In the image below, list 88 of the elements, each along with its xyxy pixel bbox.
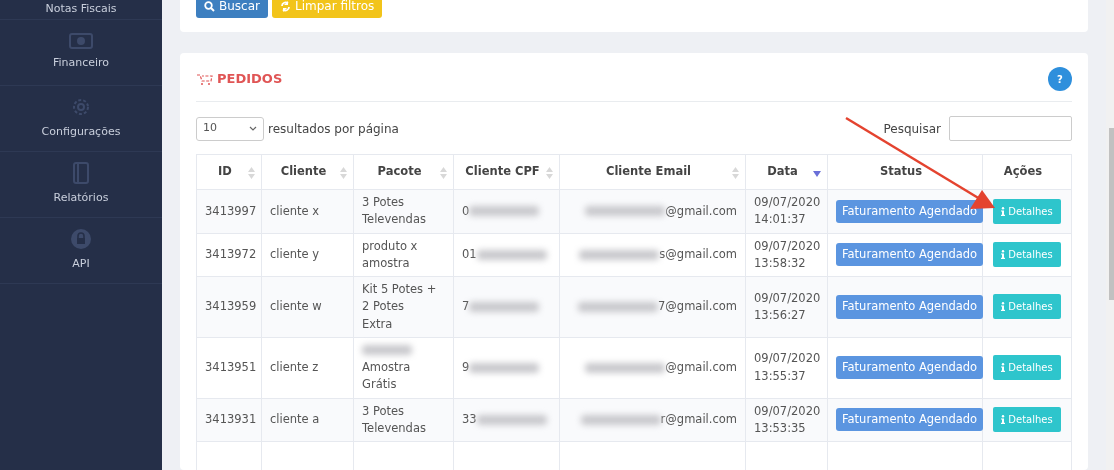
table-cell: @gmail.com — [665, 203, 737, 218]
table-cell: 3 Potes — [362, 195, 405, 209]
table-cell: cliente z — [270, 360, 319, 374]
section-title: PEDIDOS — [217, 70, 283, 89]
table-cell: r@gmail.com — [660, 412, 737, 427]
table-cell: 9 — [462, 360, 470, 374]
search-button[interactable]: Buscar — [196, 0, 268, 18]
column-header[interactable]: Data — [745, 154, 828, 190]
table-cell: 7@gmail.com — [658, 299, 737, 314]
table-cell: s@gmail.com — [659, 247, 737, 262]
table-cell: 09/07/2020 — [754, 237, 819, 255]
table-cell: 3413931 — [205, 412, 257, 427]
table-cell-text: 13:58:32 — [754, 254, 807, 272]
table-cell-text: 13:55:37 — [754, 367, 807, 385]
blurred-text — [469, 301, 540, 312]
table-cell: 3413951 — [205, 360, 257, 374]
status-label: Faturamento Agendado — [836, 199, 984, 223]
column-header[interactable]: Cliente CPF — [453, 154, 560, 190]
table-cell: @gmail.com — [665, 360, 737, 374]
table-cell: Kit 5 Potes + — [362, 282, 437, 296]
table-cell: cliente x — [270, 203, 320, 218]
table-cell: Amostra — [362, 360, 411, 374]
table-cell: 09/07/2020 — [754, 289, 819, 307]
table-cell: amostra — [362, 255, 410, 270]
info-icon — [1001, 250, 1006, 260]
sidebar-item[interactable]: Relatórios — [0, 152, 162, 218]
table-cell: Televendas — [362, 212, 426, 227]
table-cell: 3 Potes — [362, 403, 405, 418]
table-cell: Grátis — [362, 377, 397, 392]
blurred-text — [476, 249, 547, 260]
table-cell: 01 — [462, 247, 477, 262]
column-header[interactable]: Cliente Email — [559, 154, 746, 190]
column-header[interactable]: Cliente — [261, 154, 354, 190]
column-header[interactable]: ID — [196, 154, 262, 190]
caret-icon — [249, 126, 257, 131]
table-cell: cliente w — [270, 299, 322, 314]
search-icon — [204, 0, 215, 12]
column-header: Ações — [982, 154, 1072, 190]
blurred-text — [469, 206, 540, 217]
page-size-label: resultados por página — [268, 120, 399, 138]
column-header[interactable]: Pacote — [353, 154, 454, 190]
table-cell: cliente a — [270, 412, 320, 427]
sort-down-icon — [813, 171, 821, 177]
status-label: Faturamento Agendado — [836, 295, 984, 319]
info-icon — [1001, 302, 1006, 312]
table-cell: 7 — [462, 299, 470, 314]
column-header: Status — [827, 154, 983, 190]
table-cell: cliente y — [270, 247, 320, 262]
table-cell: 09/07/2020 — [754, 350, 819, 368]
cart-icon — [196, 73, 213, 85]
status-label: Faturamento Agendado — [836, 408, 984, 432]
table-cell: produto x — [362, 238, 418, 253]
sidebar-item[interactable]: Notas Fiscais — [0, 0, 162, 20]
search-field[interactable] — [949, 116, 1072, 141]
info-icon — [1001, 206, 1006, 216]
lock-icon — [70, 228, 92, 251]
sort-icon — [546, 167, 553, 179]
sort-icon — [340, 167, 347, 179]
sort-icon — [732, 167, 739, 179]
sidebar-item[interactable]: API — [0, 218, 162, 284]
table-cell: 3413972 — [205, 247, 257, 262]
sidebar-item[interactable]: Configurações — [0, 86, 162, 152]
sort-icon — [248, 167, 255, 179]
status-label: Faturamento Agendado — [836, 243, 984, 267]
table-cell-text: 13:53:35 — [754, 419, 807, 437]
page-size-select[interactable]: 10 — [196, 116, 264, 141]
sort-icon — [440, 167, 447, 179]
blurred-text — [469, 362, 540, 373]
search-label: Pesquisar — [883, 120, 941, 138]
sidebar-item[interactable]: Financeiro — [0, 20, 162, 86]
refresh-icon — [280, 0, 291, 12]
status-label: Faturamento Agendado — [836, 356, 984, 380]
table-cell: 0 — [462, 203, 470, 218]
table-cell: 09/07/2020 — [754, 402, 819, 420]
table-cell: 2 Potes — [362, 299, 405, 314]
table-cell-text: 14:01:37 — [754, 211, 807, 229]
table-cell: Televendas — [362, 420, 426, 435]
table-cell: 33 — [462, 412, 477, 427]
notebook-icon — [72, 162, 90, 185]
info-icon — [1001, 363, 1006, 373]
table-cell: 3413959 — [205, 299, 257, 314]
banknote-icon — [69, 33, 93, 50]
info-icon — [1001, 415, 1006, 425]
table-cell-text: 13:56:27 — [754, 306, 807, 324]
table-cell-text: 09/07/2020 — [754, 194, 819, 211]
blurred-text — [476, 414, 547, 425]
table-cell: 3413997 — [205, 203, 257, 218]
table-cell: Extra — [362, 316, 393, 331]
